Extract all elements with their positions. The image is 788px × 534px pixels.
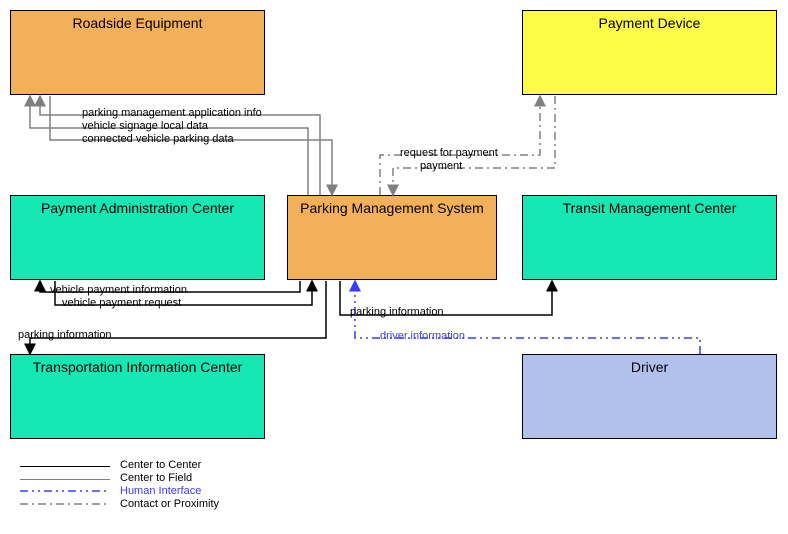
- flow-label: parking management application info: [82, 107, 262, 119]
- legend-line-center-center: [20, 466, 110, 467]
- legend-line-human-interface: [20, 488, 110, 494]
- flow-label: parking information: [18, 329, 112, 341]
- flow-label: driver information: [380, 330, 465, 342]
- node-parking-management-system[interactable]: Parking Management System: [287, 195, 497, 280]
- flow-label: request for payment: [400, 147, 498, 159]
- legend-label: Human Interface: [120, 485, 201, 497]
- node-transportation-information-center[interactable]: Transportation Information Center: [10, 354, 265, 439]
- legend-label: Center to Center: [120, 459, 201, 471]
- flow-label: parking information: [350, 306, 444, 318]
- flow-label: vehicle payment request: [62, 297, 181, 309]
- legend-label: Contact or Proximity: [120, 498, 219, 510]
- node-roadside-equipment[interactable]: Roadside Equipment: [10, 10, 265, 95]
- node-driver[interactable]: Driver: [522, 354, 777, 439]
- legend-label: Center to Field: [120, 472, 192, 484]
- legend-line-center-field: [20, 479, 110, 480]
- legend-line-contact-proximity: [20, 501, 110, 507]
- flow-label: connected vehicle parking data: [82, 133, 234, 145]
- flow-label: vehicle payment information: [50, 284, 187, 296]
- node-payment-admin-center[interactable]: Payment Administration Center: [10, 195, 265, 280]
- node-payment-device[interactable]: Payment Device: [522, 10, 777, 95]
- flow-label: payment: [420, 160, 462, 172]
- flow-label: vehicle signage local data: [82, 120, 208, 132]
- node-transit-management-center[interactable]: Transit Management Center: [522, 195, 777, 280]
